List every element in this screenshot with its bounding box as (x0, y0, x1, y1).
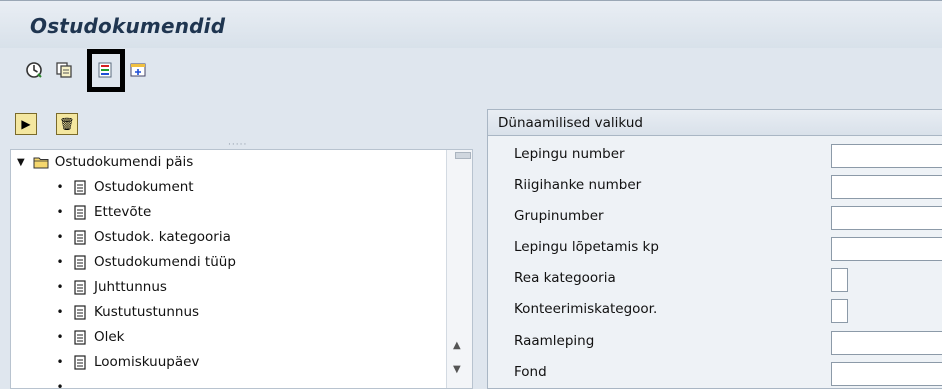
field-row-lepingu-lopetamis-kp: Lepingu lõpetamis kp (488, 234, 942, 261)
riigihanke-number-input[interactable] (831, 175, 942, 199)
select-options-icon[interactable] (128, 60, 148, 80)
field-label: Raamleping (514, 333, 595, 349)
delete-button[interactable]: 🗑 (56, 113, 78, 135)
tree-item-label: Ostudokumendi tüüp (94, 254, 236, 270)
field-label: Lepingu number (514, 146, 625, 162)
tree-item[interactable]: • Loomiskuupäev (55, 351, 199, 373)
field-row-grupinumber: Grupinumber (488, 203, 942, 230)
tree-root[interactable]: ▼ Ostudokumendi päis (17, 151, 193, 173)
folder-icon (33, 156, 49, 169)
copy-icon[interactable] (54, 60, 74, 80)
rea-kategooria-input[interactable] (831, 268, 848, 292)
fond-input[interactable] (831, 362, 942, 386)
field-row-riigihanke-number: Riigihanke number (488, 172, 942, 199)
field-label: Konteerimiskategoor. (514, 301, 658, 317)
application-toolbar (0, 48, 942, 93)
tree-item-label: Ostudok. kategooria (94, 229, 231, 245)
document-icon (73, 254, 87, 270)
document-icon (73, 179, 87, 195)
document-icon (73, 329, 87, 345)
tree-item-label: Juhttunnus (94, 279, 167, 295)
lepingu-lopetamis-kp-input[interactable] (831, 237, 942, 261)
field-row-lepingu-number: Lepingu number (488, 141, 942, 168)
tree-item[interactable]: • Juhttunnus (55, 276, 167, 298)
scroll-down-icon[interactable]: ▼ (453, 364, 461, 375)
tree-item[interactable]: • Ostudokument (55, 176, 194, 198)
tree-item[interactable]: • Ettevõte (55, 201, 151, 223)
page-title: Ostudokumendid (30, 14, 226, 38)
lepingu-number-input[interactable] (831, 144, 942, 168)
document-icon (73, 279, 87, 295)
field-label: Lepingu lõpetamis kp (514, 239, 659, 255)
field-row-raamleping: Raamleping (488, 328, 942, 355)
chevron-down-icon[interactable]: ▼ (17, 157, 25, 168)
panel-header: Dünaamilised valikud (488, 110, 942, 136)
scroll-up-icon[interactable]: ▲ (453, 340, 461, 351)
field-row-rea-kategooria: Rea kategooria (488, 265, 942, 292)
scrollbar-thumb[interactable] (455, 152, 471, 159)
tree-item-label: Loomiskuupäev (94, 354, 200, 370)
play-icon: ▶ (21, 117, 31, 131)
field-label: Riigihanke number (514, 177, 642, 193)
field-label: Rea kategooria (514, 270, 616, 286)
tree-item[interactable]: • Ostudokumendi tüüp (55, 251, 236, 273)
tree-item-label: Ostudokument (94, 179, 194, 195)
tree-item[interactable]: • Ostudok. kategooria (55, 226, 231, 248)
dynamic-selections-panel: Dünaamilised valikud Lepingu number Riig… (487, 109, 942, 389)
tree-item-label: Ettevõte (94, 204, 152, 220)
konteerimiskategoor-input[interactable] (831, 299, 848, 323)
document-icon (73, 354, 87, 370)
tree-root-label: Ostudokumendi päis (54, 154, 194, 170)
field-tree: ▼ Ostudokumendi päis • Ostudokument • Et… (10, 149, 473, 389)
selection-tree-panel: ▶ 🗑 ····· ▼ Ostudokumendi päis • Ostudok… (0, 103, 483, 389)
tree-item-label: Olek (94, 329, 125, 345)
document-icon (73, 229, 87, 245)
execute-icon[interactable] (24, 60, 44, 80)
raamleping-input[interactable] (831, 331, 942, 355)
tree-item[interactable]: • Kustutustunnus (55, 301, 199, 323)
field-label: Grupinumber (514, 208, 604, 224)
field-label: Fond (514, 364, 547, 380)
field-row-fond: Fond (488, 359, 942, 386)
tree-scrollbar[interactable]: ▲ ▼ (446, 150, 472, 388)
document-icon (73, 204, 87, 220)
grupinumber-input[interactable] (831, 206, 942, 230)
expand-button[interactable]: ▶ (15, 113, 37, 135)
tree-item-label: Kustutustunnus (94, 304, 200, 320)
document-icon (73, 304, 87, 320)
tree-item-partial: • (56, 380, 64, 389)
field-row-konteerimiskategoor: Konteerimiskategoor. (488, 296, 942, 323)
trash-icon: 🗑 (59, 117, 75, 131)
selected-tool-highlight (87, 49, 125, 92)
tree-item[interactable]: • Olek (55, 326, 125, 348)
title-bar: Ostudokumendid (0, 0, 942, 48)
